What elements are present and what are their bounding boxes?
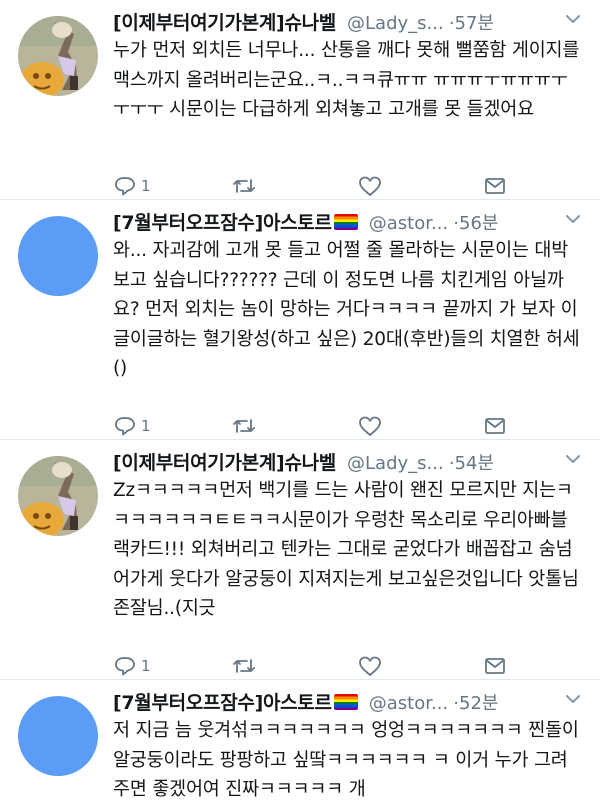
display-name[interactable]: [이제부터여기가본계]슈나벨 [113,12,336,34]
like-button[interactable] [357,172,387,200]
direct-message-icon [485,178,505,194]
tweet[interactable]: [이제부터여기가본계]슈나벨 @Lady_s... ·54분 Zzㅋㅋㅋㅋㅋ먼저… [0,440,600,680]
tweet-header: [7월부터오프잠수]아스토르 @astor... ·52분 [113,688,584,714]
retweet-icon [233,659,255,673]
reply-icon [115,177,135,196]
user-handle[interactable]: @Lady_s... [347,13,444,34]
avatar[interactable] [18,16,98,96]
reply-count: 1 [141,657,151,675]
like-icon [359,416,381,436]
chevron-down-icon[interactable] [562,8,584,30]
like-button[interactable] [357,652,387,680]
avatar[interactable] [18,456,98,536]
reply-icon [115,417,135,436]
tweet[interactable]: [이제부터여기가본계]슈나벨 @Lady_s... ·57분 누가 먼저 외치든… [0,0,600,200]
direct-message-icon [485,418,505,434]
tweet-text: 누가 먼저 외치든 너무나... 산통을 깨다 못해 뻘쭘함 게이지를 맥스까지… [113,40,580,120]
timestamp[interactable]: 56분 [459,213,498,234]
tweet[interactable]: [7월부터오프잠수]아스토르 @astor... ·52분 저 지금 늠 웃겨섞… [0,680,600,806]
user-handle[interactable]: @astor... [369,213,448,234]
direct-message-button[interactable] [483,412,507,440]
tweet-header: [이제부터여기가본계]슈나벨 @Lady_s... ·57분 [113,8,584,34]
avatar[interactable] [18,216,98,296]
retweet-icon [233,419,255,433]
like-icon [359,176,381,196]
chevron-down-icon[interactable] [562,688,584,710]
avatar-illustration [18,456,98,536]
tweet-actions: 1 [113,652,513,680]
chevron-down-icon[interactable] [562,448,584,470]
avatar-illustration [18,16,98,96]
user-handle[interactable]: @astor... [369,693,448,714]
user-handle[interactable]: @Lady_s... [347,453,444,474]
timestamp[interactable]: 57분 [455,13,494,34]
direct-message-button[interactable] [483,172,507,200]
timeline: [이제부터여기가본계]슈나벨 @Lady_s... ·57분 누가 먼저 외치든… [0,0,600,806]
like-button[interactable] [357,412,387,440]
direct-message-button[interactable] [483,652,507,680]
reply-button[interactable]: 1 [113,172,151,200]
retweet-icon [233,179,255,193]
retweet-button[interactable] [231,412,261,440]
display-name[interactable]: [7월부터오프잠수]아스토르 [113,692,332,714]
reply-count: 1 [141,177,151,195]
tweet-actions: 1 [113,412,513,440]
tweet[interactable]: [7월부터오프잠수]아스토르 @astor... ·56분 와... 자괴감에 … [0,200,600,440]
chevron-down-icon[interactable] [562,208,584,230]
reply-button[interactable]: 1 [113,412,151,440]
retweet-button[interactable] [231,172,261,200]
reply-count: 1 [141,417,151,435]
reply-icon [115,657,135,676]
tweet-text: 와... 자괴감에 고개 못 들고 어쩔 줄 몰라하는 시문이는 대박 보고 싶… [113,240,580,379]
retweet-button[interactable] [231,652,261,680]
tweet-actions: 1 [113,172,513,200]
avatar[interactable] [18,696,98,776]
timestamp[interactable]: 52분 [459,693,498,714]
rainbow-flag-icon [333,694,358,710]
reply-button[interactable]: 1 [113,652,151,680]
rainbow-flag-icon [333,214,358,230]
tweet-header: [7월부터오프잠수]아스토르 @astor... ·56분 [113,208,584,234]
timestamp[interactable]: 54분 [455,453,494,474]
direct-message-icon [485,658,505,674]
display-name[interactable]: [이제부터여기가본계]슈나벨 [113,452,336,474]
tweet-header: [이제부터여기가본계]슈나벨 @Lady_s... ·54분 [113,448,584,474]
display-name[interactable]: [7월부터오프잠수]아스토르 [113,212,332,234]
tweet-text: 저 지금 늠 웃겨섞ㅋㅋㅋㅋㅋㅋㅋ 엉엉ㅋㅋㅋㅋㅋㅋㅋ 찐돌이 알궁둥이라도 팡… [113,720,584,800]
like-icon [359,656,381,676]
tweet-text: Zzㅋㅋㅋㅋㅋ먼저 백기를 드는 사람이 왠진 모르지만 지는ㅋㅋㅋㅋㅋㅋㅋㅌㅌ… [113,480,584,619]
